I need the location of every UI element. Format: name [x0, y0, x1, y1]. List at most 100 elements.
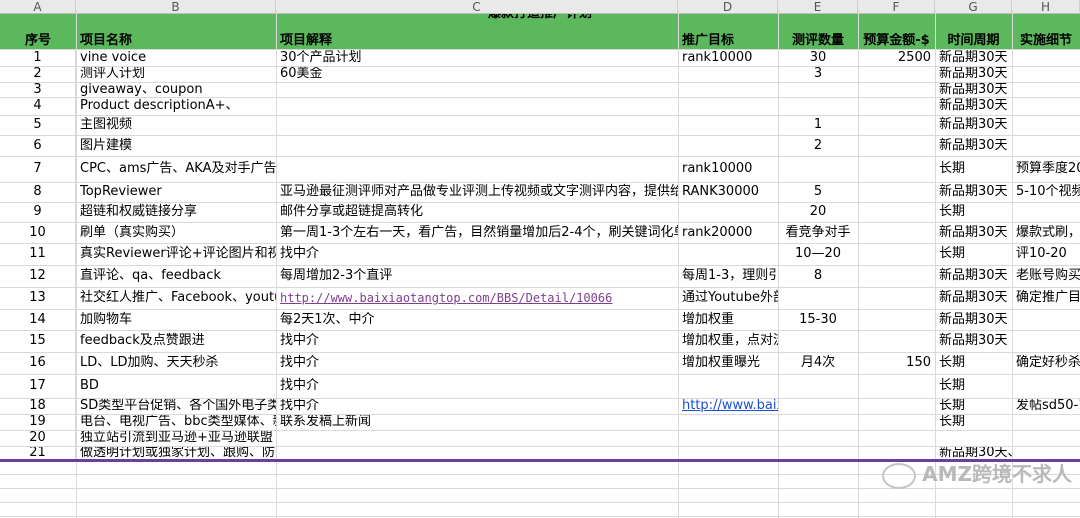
- cell-f-14[interactable]: [858, 309, 935, 330]
- cell-b-9[interactable]: 超链和权威链接分享: [76, 202, 276, 222]
- cell-b-5[interactable]: 主图视频: [76, 115, 276, 135]
- cell-e-5[interactable]: 1: [778, 115, 858, 135]
- cell-h-14[interactable]: [1012, 309, 1080, 330]
- cell-h-20[interactable]: [1012, 430, 1080, 446]
- cell-d-3[interactable]: [678, 82, 778, 97]
- cell-e-13[interactable]: [778, 287, 858, 309]
- cell-g-5[interactable]: 新品期30天: [935, 115, 1012, 135]
- cell-f-8[interactable]: [858, 182, 935, 202]
- cell-h-13[interactable]: 确定推广目标预算好推广: [1012, 287, 1080, 309]
- cell-b-20[interactable]: 独立站引流到亚马逊+亚马逊联盟: [76, 430, 276, 446]
- cell-h-9[interactable]: [1012, 202, 1080, 222]
- cell-c-5[interactable]: [276, 115, 678, 135]
- cell-g-6[interactable]: 新品期30天: [935, 135, 1012, 156]
- row-number[interactable]: 19: [0, 414, 76, 430]
- row-number[interactable]: 14: [0, 309, 76, 330]
- cell-b-15[interactable]: feedback及点赞跟进: [76, 330, 276, 352]
- row-number[interactable]: 3: [0, 82, 76, 97]
- cell-e-8[interactable]: 5: [778, 182, 858, 202]
- cell-f-9[interactable]: [858, 202, 935, 222]
- cell-b-8[interactable]: TopReviewer: [76, 182, 276, 202]
- cell-c-16[interactable]: 找中介: [276, 352, 678, 374]
- cell-e-15[interactable]: [778, 330, 858, 352]
- cell-c-10[interactable]: 第一周1-3个左右一天，看广告，目然销量增加后2-4个，刷关键词化单，保持持续出…: [276, 222, 678, 243]
- column-header-a[interactable]: A: [0, 0, 76, 14]
- cell-f-5[interactable]: [858, 115, 935, 135]
- cell-d-9[interactable]: [678, 202, 778, 222]
- cell-g-20[interactable]: [935, 430, 1012, 446]
- cell-c-14[interactable]: 每2天1次、中介: [276, 309, 678, 330]
- column-header-e[interactable]: E: [778, 0, 858, 14]
- row-number[interactable]: 13: [0, 287, 76, 309]
- cell-e-20[interactable]: [778, 430, 858, 446]
- cell-f-13[interactable]: [858, 287, 935, 309]
- cell-c-7[interactable]: [276, 156, 678, 182]
- cell-b-2[interactable]: 测评人计划: [76, 66, 276, 82]
- cell-d-19[interactable]: [678, 414, 778, 430]
- cell-f-20[interactable]: [858, 430, 935, 446]
- header-cell-g[interactable]: 时间周期: [935, 33, 1012, 49]
- cell-f-7[interactable]: [858, 156, 935, 182]
- cell-h-19[interactable]: [1012, 414, 1080, 430]
- row-number[interactable]: 17: [0, 374, 76, 398]
- cell-d-12[interactable]: 每周1-3，理则引: [678, 265, 778, 287]
- cell-g-2[interactable]: 新品期30天: [935, 66, 1012, 82]
- cell-b-6[interactable]: 图片建模: [76, 135, 276, 156]
- row-number[interactable]: 5: [0, 115, 76, 135]
- row-number[interactable]: 15: [0, 330, 76, 352]
- column-header-h[interactable]: H: [1012, 0, 1080, 14]
- cell-c-2[interactable]: 60美金: [276, 66, 678, 82]
- cell-d-2[interactable]: [678, 66, 778, 82]
- cell-d-11[interactable]: [678, 243, 778, 265]
- cell-g-4[interactable]: 新品期30天: [935, 97, 1012, 115]
- cell-g-3[interactable]: 新品期30天: [935, 82, 1012, 97]
- cell-g-18[interactable]: 长期: [935, 398, 1012, 414]
- cell-g-9[interactable]: 长期: [935, 202, 1012, 222]
- row-number[interactable]: 12: [0, 265, 76, 287]
- column-header-c[interactable]: C: [276, 0, 678, 14]
- cell-f-16[interactable]: 150: [858, 352, 935, 374]
- cell-d-1[interactable]: rank10000: [678, 49, 778, 66]
- row-number[interactable]: 21: [0, 446, 76, 460]
- row-number[interactable]: 6: [0, 135, 76, 156]
- cell-c-15[interactable]: 找中介: [276, 330, 678, 352]
- column-header-g[interactable]: G: [935, 0, 1012, 14]
- cell-d-13[interactable]: 通过Youtube外部流量，通过: [678, 287, 778, 309]
- cell-d-7[interactable]: rank10000: [678, 156, 778, 182]
- cell-b-3[interactable]: giveaway、coupon: [76, 82, 276, 97]
- cell-h-5[interactable]: [1012, 115, 1080, 135]
- cell-g-17[interactable]: 长期: [935, 374, 1012, 398]
- cell-d-10[interactable]: rank20000: [678, 222, 778, 243]
- cell-c-13[interactable]: http://www.baixiaotangtop.com/BBS/Detail…: [276, 287, 678, 309]
- cell-g-8[interactable]: 新品期30天: [935, 182, 1012, 202]
- cell-f-15[interactable]: [858, 330, 935, 352]
- row-number[interactable]: 9: [0, 202, 76, 222]
- row-number[interactable]: 11: [0, 243, 76, 265]
- header-cell-a[interactable]: 序号: [0, 33, 76, 49]
- cell-b-11[interactable]: 真实Reviewer评论+评论图片和视频: [76, 243, 276, 265]
- cell-f-19[interactable]: [858, 414, 935, 430]
- cell-h-17[interactable]: [1012, 374, 1080, 398]
- cell-h-4[interactable]: [1012, 97, 1080, 115]
- cell-e-21[interactable]: [778, 446, 858, 460]
- cell-b-16[interactable]: LD、LD加购、天天秒杀: [76, 352, 276, 374]
- cell-d-4[interactable]: [678, 97, 778, 115]
- cell-b-13[interactable]: 社交红人推广、Facebook、youtube红人、tomoson红人、刷保: [76, 287, 276, 309]
- cell-h-10[interactable]: 爆款式刷，配广告曝光增加: [1012, 222, 1080, 243]
- cell-f-1[interactable]: 2500: [858, 49, 935, 66]
- cell-c-18[interactable]: 找中介: [276, 398, 678, 414]
- cell-b-14[interactable]: 加购物车: [76, 309, 276, 330]
- cell-h-7[interactable]: 预算季度20: [1012, 156, 1080, 182]
- cell-c-20[interactable]: [276, 430, 678, 446]
- cell-f-3[interactable]: [858, 82, 935, 97]
- row-number[interactable]: 1: [0, 49, 76, 66]
- header-cell-h[interactable]: 实施细节: [1012, 33, 1080, 49]
- cell-c-9[interactable]: 邮件分享或超链提高转化: [276, 202, 678, 222]
- cell-d-14[interactable]: 增加权重: [678, 309, 778, 330]
- row-number[interactable]: 8: [0, 182, 76, 202]
- cell-f-12[interactable]: [858, 265, 935, 287]
- cell-g-12[interactable]: 新品期30天: [935, 265, 1012, 287]
- cell-f-2[interactable]: [858, 66, 935, 82]
- cell-c-3[interactable]: [276, 82, 678, 97]
- cell-g-13[interactable]: 新品期30天: [935, 287, 1012, 309]
